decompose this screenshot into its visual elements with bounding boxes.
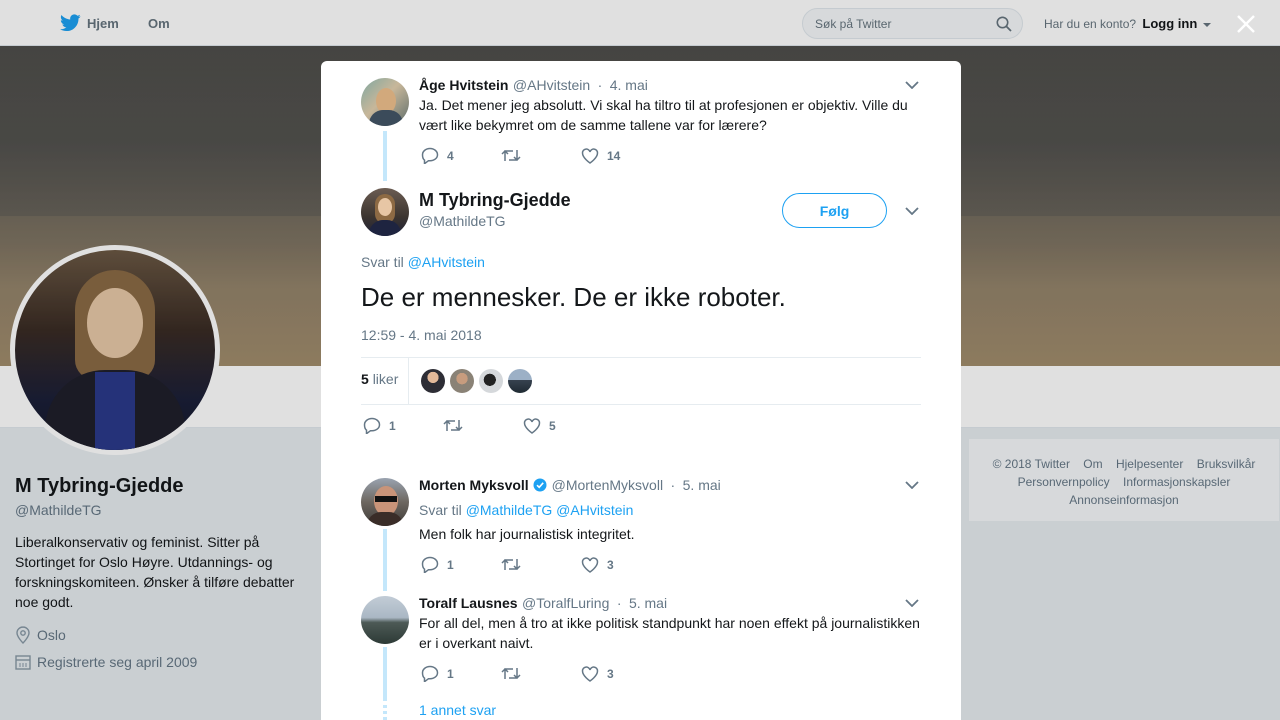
- liker-avatar[interactable]: [479, 369, 503, 393]
- reply-tweet-header: Morten Myksvoll @MortenMyksvoll · 5. mai: [419, 477, 721, 493]
- like-button[interactable]: 3: [581, 556, 614, 573]
- like-count: 3: [607, 666, 614, 681]
- likes-summary[interactable]: 5 liker: [361, 371, 921, 387]
- thread-line: [383, 131, 387, 181]
- reply-count: 1: [389, 418, 396, 433]
- tweet-author-name[interactable]: Morten Myksvoll: [419, 477, 529, 493]
- close-icon[interactable]: [1236, 14, 1256, 34]
- avatar[interactable]: [361, 596, 409, 644]
- reply-button[interactable]: 1: [421, 665, 501, 682]
- tweet-author-name[interactable]: Toralf Lausnes: [419, 595, 518, 611]
- retweet-button[interactable]: [443, 418, 523, 433]
- reply-context: Svar til @MathildeTG @AHvitstein: [419, 502, 634, 518]
- avatar[interactable]: [361, 478, 409, 526]
- avatar[interactable]: [361, 188, 409, 236]
- like-button[interactable]: 14: [581, 147, 621, 164]
- tweet-author-handle[interactable]: @MortenMyksvoll: [552, 477, 663, 493]
- liker-avatar[interactable]: [450, 369, 474, 393]
- parent-tweet-header: Åge Hvitstein @AHvitstein · 4. mai: [419, 77, 648, 93]
- more-replies-link[interactable]: 1 annet svar: [419, 702, 961, 718]
- retweet-icon: [501, 667, 521, 680]
- reply-to-link[interactable]: @AHvitstein: [408, 254, 485, 270]
- retweet-icon: [501, 149, 521, 162]
- liker-avatar[interactable]: [421, 369, 445, 393]
- reply-to-link[interactable]: @MathildeTG: [466, 502, 553, 518]
- heart-icon: [523, 417, 541, 434]
- avatar[interactable]: [361, 78, 409, 126]
- retweet-button[interactable]: [501, 148, 581, 163]
- main-tweet-reply-context: Svar til @AHvitstein: [361, 254, 485, 270]
- tweet-date[interactable]: 4. mai: [610, 77, 648, 93]
- verified-badge-icon: [533, 478, 547, 492]
- parent-tweet-actions: 4 14: [421, 147, 620, 164]
- divider: [361, 357, 921, 358]
- reply-count: 1: [447, 557, 454, 572]
- reply-icon: [421, 556, 439, 573]
- reply-to-link[interactable]: @AHvitstein: [556, 502, 633, 518]
- retweet-button[interactable]: [501, 557, 581, 572]
- tweet-author-name[interactable]: Åge Hvitstein: [419, 77, 508, 93]
- like-count: 5: [549, 418, 556, 433]
- like-button[interactable]: 5: [523, 417, 556, 434]
- tweet-modal: Åge Hvitstein @AHvitstein · 4. mai Ja. D…: [321, 61, 961, 720]
- likes-label: liker: [372, 371, 399, 387]
- reply-count: 4: [447, 148, 454, 163]
- like-count: 3: [607, 557, 614, 572]
- tweet-date[interactable]: 5. mai: [629, 595, 667, 611]
- reply-icon: [421, 665, 439, 682]
- retweet-icon: [501, 558, 521, 571]
- retweet-icon: [443, 419, 463, 432]
- heart-icon: [581, 665, 599, 682]
- retweet-button[interactable]: [501, 666, 581, 681]
- reply-tweet-text: Men folk har journalistisk integritet.: [419, 526, 635, 542]
- reply-button[interactable]: 4: [421, 147, 501, 164]
- main-tweet-actions: 1 5: [363, 417, 556, 434]
- chevron-down-icon[interactable]: [905, 81, 919, 89]
- reply-count: 1: [447, 666, 454, 681]
- reply-button[interactable]: 1: [421, 556, 501, 573]
- divider: [408, 358, 409, 404]
- tweet-date[interactable]: 5. mai: [683, 477, 721, 493]
- follow-button[interactable]: Følg: [782, 193, 887, 228]
- thread-more-dots: [383, 705, 387, 720]
- thread-line: [383, 529, 387, 591]
- tweet-author-handle[interactable]: @ToralfLuring: [522, 595, 609, 611]
- reply-tweet-header: Toralf Lausnes @ToralfLuring · 5. mai: [419, 595, 668, 611]
- heart-icon: [581, 147, 599, 164]
- likes-count: 5: [361, 371, 369, 387]
- reply-icon: [421, 147, 439, 164]
- chevron-down-icon[interactable]: [905, 599, 919, 607]
- chevron-down-icon[interactable]: [905, 207, 919, 215]
- parent-tweet-text: Ja. Det mener jeg absolutt. Vi skal ha t…: [419, 97, 908, 133]
- reply-tweet-text: For all del, men å tro at ikke politisk …: [419, 615, 920, 651]
- like-button[interactable]: 3: [581, 665, 614, 682]
- tweet-author-handle[interactable]: @AHvitstein: [513, 77, 590, 93]
- main-tweet-text: De er mennesker. De er ikke roboter.: [361, 282, 786, 312]
- reply-button[interactable]: 1: [363, 417, 443, 434]
- liker-avatar[interactable]: [508, 369, 532, 393]
- like-count: 14: [607, 148, 621, 163]
- reply-icon: [363, 417, 381, 434]
- heart-icon: [581, 556, 599, 573]
- thread-line: [383, 647, 387, 701]
- reply-tweet-actions: 1 3: [421, 665, 614, 682]
- reply-tweet-actions: 1 3: [421, 556, 614, 573]
- divider: [361, 404, 921, 405]
- chevron-down-icon[interactable]: [905, 481, 919, 489]
- main-tweet-timestamp[interactable]: 12:59 - 4. mai 2018: [361, 327, 921, 343]
